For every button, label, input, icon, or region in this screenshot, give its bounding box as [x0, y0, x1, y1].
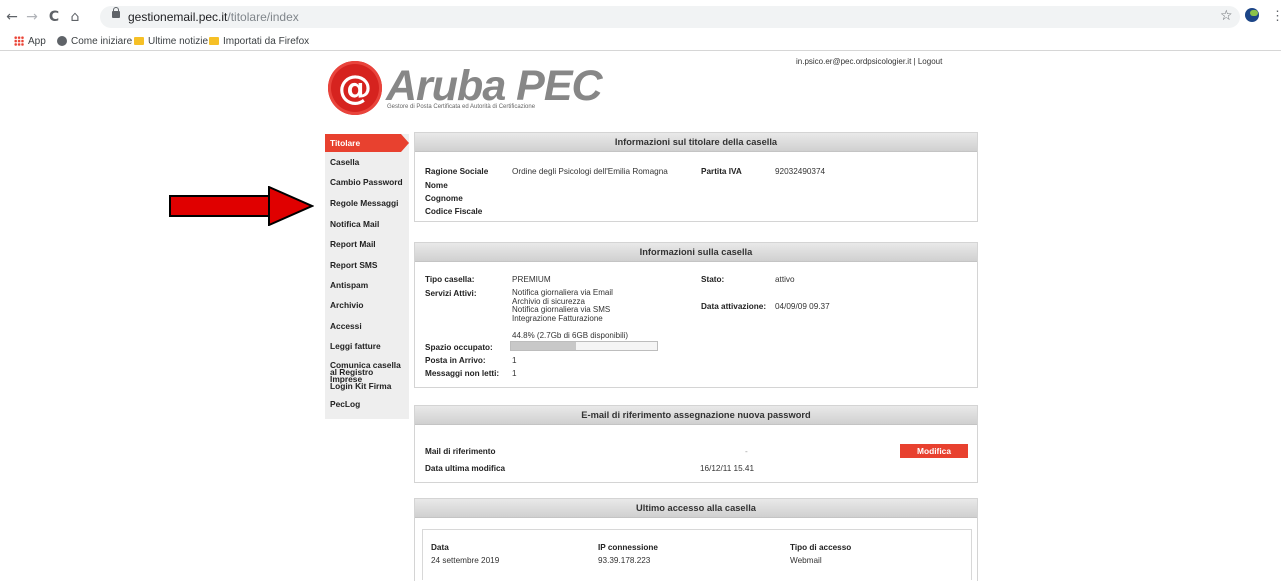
sidebar-item-report-mail[interactable]: Report Mail [330, 240, 406, 249]
spazio-occupato-label: Spazio occupato: [425, 343, 493, 352]
partita-iva-value: 92032490374 [775, 167, 826, 176]
quota-text: 44.8% (2.7Gb di 6GB disponibili) [512, 331, 629, 340]
panel-email-riferimento: E-mail di riferimento assegnazione nuova… [414, 405, 978, 483]
folder-icon [209, 37, 219, 46]
panel-titolare-title: Informazioni sul titolare della casella [415, 133, 977, 152]
data-attivazione-value: 04/09/09 09.37 [775, 302, 830, 311]
accesso-ip-header: IP connessione [598, 543, 658, 552]
messaggi-non-letti-label: Messaggi non letti: [425, 369, 500, 378]
sidebar-item-comunica-casella[interactable]: Comunica casella al Registro Imprese [330, 361, 406, 383]
panel-casella: Informazioni sulla casella Tipo casella:… [414, 242, 978, 388]
accesso-data-header: Data [431, 543, 449, 552]
lock-icon [112, 7, 120, 18]
url-path: /titolare/index [227, 10, 299, 24]
bookmark-label: Come iniziare [71, 36, 133, 47]
sidebar: Casella Cambio Password Regole Messaggi … [325, 134, 409, 419]
accesso-tipo-value: Webmail [790, 556, 822, 565]
panel-email-riferimento-title: E-mail di riferimento assegnazione nuova… [415, 406, 977, 425]
nome-label: Nome [425, 181, 448, 190]
posta-arrivo-label: Posta in Arrivo: [425, 356, 486, 365]
bookmark-label: Importati da Firefox [223, 36, 310, 47]
sidebar-item-accessi[interactable]: Accessi [330, 322, 406, 331]
quota-progress-bar [510, 341, 658, 351]
sidebar-item-report-sms[interactable]: Report SMS [330, 261, 406, 270]
servizi-attivi-label: Servizi Attivi: [425, 289, 477, 298]
posta-arrivo-value: 1 [512, 356, 517, 365]
browser-toolbar: ← → C ⌂ gestionemail.pec.it/titolare/ind… [0, 0, 1281, 51]
logout-link[interactable]: Logout [918, 57, 942, 66]
red-arrow-shaft [169, 195, 270, 217]
sidebar-item-peclog[interactable]: PecLog [330, 400, 406, 409]
servizio-item: Integrazione Fatturazione [512, 313, 603, 323]
accesso-tipo-header: Tipo di accesso [790, 543, 852, 552]
sidebar-item-titolare[interactable]: Titolare [325, 134, 409, 152]
ragione-sociale-value: Ordine degli Psicologi dell'Emilia Romag… [512, 167, 668, 176]
extension-globe-icon[interactable] [1245, 8, 1259, 22]
panel-ultimo-accesso: Ultimo accesso alla casella Data IP conn… [414, 498, 978, 581]
logo-at-symbol: @ [338, 68, 372, 108]
sidebar-active-label: Titolare [330, 138, 361, 148]
bookmark-label: Ultime notizie [148, 36, 209, 47]
tipo-casella-value: PREMIUM [512, 275, 551, 284]
home-icon[interactable]: ⌂ [67, 9, 83, 25]
mail-riferimento-label: Mail di riferimento [425, 447, 496, 456]
data-attivazione-label: Data attivazione: [701, 302, 767, 311]
url-text: gestionemail.pec.it/titolare/index [128, 10, 299, 24]
ragione-sociale-label: Ragione Sociale [425, 167, 489, 176]
messaggi-non-letti-value: 1 [512, 369, 517, 378]
user-bar-separator: | [913, 57, 916, 66]
reload-icon[interactable]: C [46, 9, 62, 25]
aruba-seal-logo: @ [328, 61, 382, 115]
folder-icon [134, 37, 144, 46]
sidebar-item-login-kit-firma[interactable]: Login Kit Firma [330, 382, 406, 391]
sidebar-item-archivio[interactable]: Archivio [330, 301, 406, 310]
forward-icon[interactable]: → [24, 9, 40, 25]
panel-ultimo-accesso-title: Ultimo accesso alla casella [415, 499, 977, 518]
sidebar-item-notifica-mail[interactable]: Notifica Mail [330, 220, 406, 229]
red-arrow-head-icon [268, 186, 314, 226]
bookmark-come-iniziare[interactable]: Come iniziare [57, 35, 132, 49]
user-email: in.psico.er@pec.ordpsicologier.it [796, 57, 912, 66]
sidebar-item-cambio-password[interactable]: Cambio Password [330, 178, 406, 187]
tipo-casella-label: Tipo casella: [425, 275, 475, 284]
logo-tagline: Gestore di Posta Certificata ed Autorità… [387, 104, 536, 110]
bookmark-star-icon[interactable]: ☆ [1220, 8, 1233, 24]
bookmarks-bar: App Come iniziare Ultime notizie Importa… [0, 35, 1281, 49]
quota-progress-fill [511, 342, 577, 350]
bookmark-importati-firefox[interactable]: Importati da Firefox [209, 35, 309, 49]
panel-titolare: Informazioni sul titolare della casella … [414, 132, 978, 222]
user-bar: in.psico.er@pec.ordpsicologier.it | Logo… [796, 57, 942, 66]
bookmark-ultime-notizie[interactable]: Ultime notizie [134, 35, 208, 49]
bookmark-apps[interactable]: App [14, 35, 46, 49]
panel-casella-title: Informazioni sulla casella [415, 243, 977, 262]
stato-value: attivo [775, 275, 795, 284]
data-ultima-modifica-value: 16/12/11 15.41 [700, 464, 755, 473]
accesso-data-value: 24 settembre 2019 [431, 556, 500, 565]
menu-kebab-icon[interactable]: ⋮ [1271, 8, 1281, 24]
data-ultima-modifica-label: Data ultima modifica [425, 464, 506, 473]
sidebar-item-antispam[interactable]: Antispam [330, 281, 406, 290]
accesso-table: Data IP connessione Tipo di accesso 24 s… [422, 529, 972, 580]
apps-grid-icon [14, 36, 24, 47]
partita-iva-label: Partita IVA [701, 167, 742, 176]
cognome-label: Cognome [425, 194, 463, 203]
address-bar[interactable]: gestionemail.pec.it/titolare/index [100, 6, 1240, 28]
bookmark-label: App [28, 36, 46, 47]
sidebar-item-regole-messaggi[interactable]: Regole Messaggi [330, 199, 406, 208]
modifica-button[interactable]: Modifica [900, 444, 968, 458]
codice-fiscale-label: Codice Fiscale [425, 207, 483, 216]
sidebar-item-leggi-fatture[interactable]: Leggi fatture [330, 342, 406, 351]
globe-icon [57, 36, 67, 47]
mail-riferimento-value: - [745, 447, 748, 456]
url-host: gestionemail.pec.it [128, 10, 228, 24]
stato-label: Stato: [701, 275, 725, 284]
sidebar-item-casella[interactable]: Casella [330, 158, 406, 167]
accesso-ip-value: 93.39.178.223 [598, 556, 651, 565]
back-icon[interactable]: ← [4, 9, 20, 25]
